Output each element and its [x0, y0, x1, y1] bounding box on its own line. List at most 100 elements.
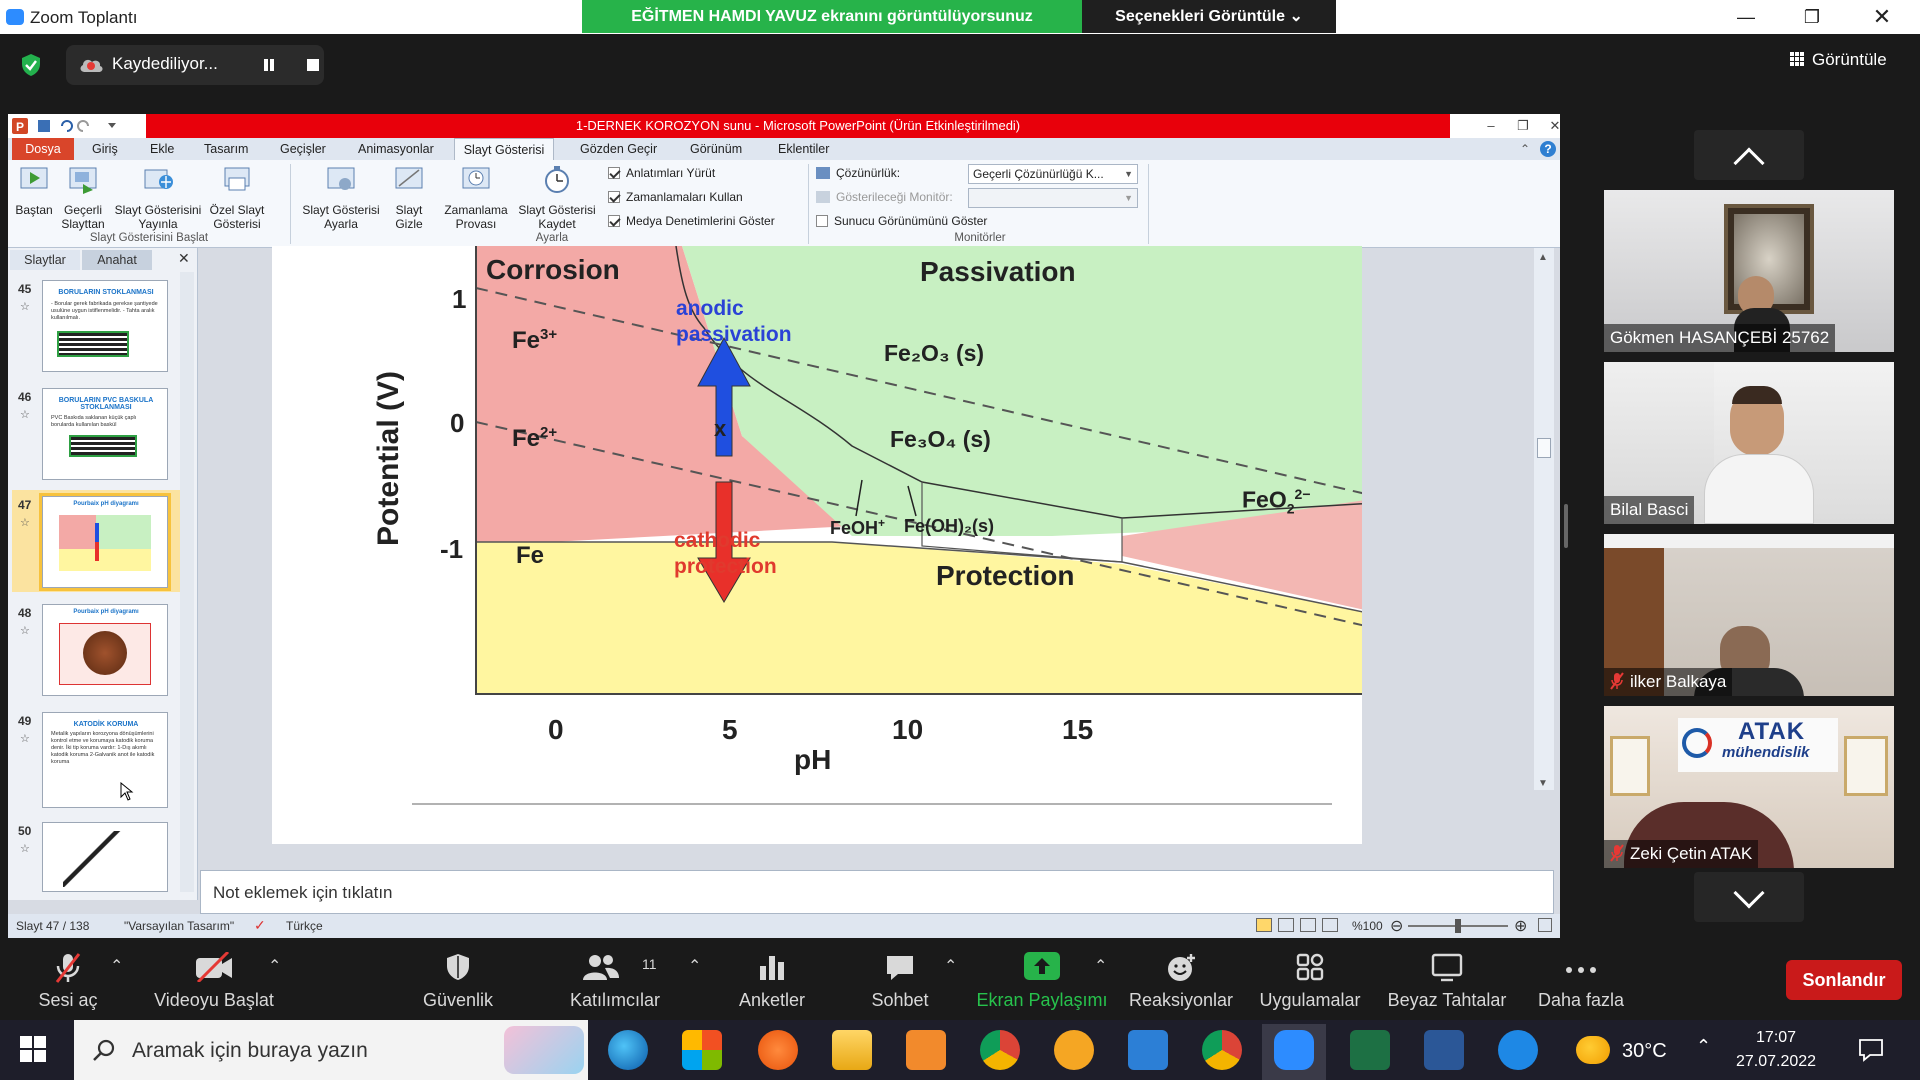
presenter-view-checkbox[interactable]: Sunucu Görünümünü Göster [816, 214, 987, 228]
ribbon-collapse-icon[interactable]: ⌃ [1520, 142, 1530, 156]
app-icon-rocket[interactable] [906, 1030, 946, 1070]
spellcheck-icon[interactable]: ✓ [254, 917, 266, 934]
notes-area[interactable]: Not eklemek için tıklatın [200, 870, 1554, 914]
slide-thumbnail-47[interactable]: Pourbaix pH diyagramı [39, 493, 171, 591]
share-screen-button[interactable]: Ekran Paylaşımı [974, 938, 1110, 1020]
participant-tile-1[interactable]: Gökmen HASANÇEBİ 25762 [1604, 190, 1894, 352]
tray-chevron-icon[interactable]: ⌃ [1696, 1036, 1711, 1057]
scroll-up-icon[interactable]: ▲ [1538, 252, 1548, 263]
resolution-dropdown[interactable]: Geçerli Çözünürlüğü K... ▼ [968, 164, 1138, 184]
microsoft-store-icon[interactable] [682, 1030, 722, 1070]
word-icon[interactable] [1424, 1030, 1464, 1070]
custom-slideshow-button[interactable]: Özel Slayt Gösterisi [204, 164, 270, 231]
tab-slideshow[interactable]: Slayt Gösterisi [454, 138, 554, 160]
tab-insert[interactable]: Ekle [150, 138, 174, 160]
app-icon-shield[interactable] [1054, 1030, 1094, 1070]
app-icon-orange[interactable] [758, 1030, 798, 1070]
status-language[interactable]: Türkçe [286, 919, 323, 933]
help-app-icon[interactable] [1498, 1030, 1538, 1070]
excel-icon[interactable] [1350, 1030, 1390, 1070]
tab-addins[interactable]: Eklentiler [778, 138, 829, 160]
share-options-caret[interactable]: ⌃ [1094, 956, 1107, 976]
polls-button[interactable]: Anketler [724, 938, 820, 1020]
weather-temperature[interactable]: 30°C [1622, 1040, 1667, 1063]
from-current-button[interactable]: Geçerli Slayttan [58, 164, 108, 231]
setup-slideshow-button[interactable]: Slayt Gösterisi Ayarla [298, 164, 384, 231]
scroll-down-icon[interactable]: ▼ [1538, 778, 1548, 789]
help-icon[interactable]: ? [1540, 141, 1556, 157]
ppt-restore-button[interactable]: ❐ [1508, 116, 1538, 136]
unmute-button[interactable]: Sesi aç [20, 938, 116, 1020]
zoom-in-icon[interactable]: ⊕ [1514, 916, 1527, 936]
show-media-controls-checkbox[interactable]: Medya Denetimlerini Göster [608, 214, 775, 228]
panel-scroll-up-button[interactable] [1694, 130, 1804, 180]
close-button[interactable]: ✕ [1852, 0, 1912, 34]
broadcast-slideshow-button[interactable]: Slayt Gösterisini Yayınla [112, 164, 204, 231]
from-beginning-button[interactable]: Baştan [12, 164, 56, 217]
taskbar-clock[interactable]: 17:07 27.07.2022 [1736, 1026, 1816, 1074]
tab-home[interactable]: Giriş [92, 138, 118, 160]
file-explorer-icon[interactable] [832, 1030, 872, 1070]
current-slide[interactable]: Corrosion Passivation Protection Fe3+ Fe… [272, 246, 1362, 844]
slide-thumbnail-50[interactable] [42, 822, 168, 892]
use-timings-checkbox[interactable]: Zamanlamaları Kullan [608, 190, 743, 204]
view-button[interactable]: Görüntüle [1790, 50, 1887, 70]
fit-to-window-icon[interactable] [1538, 918, 1552, 932]
tab-slides[interactable]: Slaytlar [10, 250, 80, 270]
apps-button[interactable]: Uygulamalar [1254, 938, 1366, 1020]
view-options-button[interactable]: Seçenekleri Görüntüle ⌄ [1082, 0, 1336, 33]
edge-browser-icon[interactable] [608, 1030, 648, 1070]
slide-thumbnail-45[interactable]: BORULARIN STOKLANMASI - Borular gerek fa… [42, 280, 168, 372]
start-video-button[interactable]: Videoyu Başlat [146, 938, 282, 1020]
slide-thumbnail-48[interactable]: Pourbaix pH diyagramı [42, 604, 168, 696]
zoom-slider-thumb[interactable] [1455, 919, 1461, 933]
security-shield-icon[interactable] [20, 53, 42, 77]
notifications-icon[interactable] [1858, 1038, 1884, 1062]
end-meeting-button[interactable]: Sonlandır [1786, 960, 1902, 1000]
taskbar-search-box[interactable]: Aramak için buraya yazın [74, 1020, 588, 1080]
quick-access-toolbar[interactable]: P [12, 117, 142, 135]
status-zoom[interactable]: %100 [1352, 919, 1383, 933]
tab-outline[interactable]: Anahat [82, 250, 152, 270]
panel-scroll-down-button[interactable] [1694, 872, 1804, 922]
hide-slide-button[interactable]: Slayt Gizle [386, 164, 432, 231]
participant-tile-4[interactable]: ATAK mühendislik Zeki Çetin ATAK [1604, 706, 1894, 868]
slides-pane-scrollbar[interactable] [180, 272, 194, 892]
zoom-out-icon[interactable]: ⊖ [1390, 916, 1403, 936]
participants-options-caret[interactable]: ⌃ [688, 956, 701, 976]
play-narrations-checkbox[interactable]: Anlatımları Yürüt [608, 166, 715, 180]
participant-tile-3[interactable]: ilker Balkaya [1604, 534, 1894, 696]
more-button[interactable]: Daha fazla [1530, 938, 1632, 1020]
minimize-button[interactable]: — [1716, 0, 1776, 34]
participant-tile-2[interactable]: Bilal Basci [1604, 362, 1894, 524]
chrome-profile-icon[interactable] [1202, 1030, 1242, 1070]
record-slideshow-button[interactable]: Slayt Gösterisi Kaydet [514, 164, 600, 231]
tab-review[interactable]: Gözden Geçir [580, 138, 657, 160]
reading-view-icon[interactable] [1300, 918, 1316, 932]
slide-vertical-scrollbar[interactable]: ▲ ▼ [1534, 248, 1554, 790]
video-options-caret[interactable]: ⌃ [268, 956, 281, 976]
audio-options-caret[interactable]: ⌃ [110, 956, 123, 976]
chrome-icon[interactable] [980, 1030, 1020, 1070]
tab-transitions[interactable]: Geçişler [280, 138, 326, 160]
security-button[interactable]: Güvenlik [408, 938, 508, 1020]
close-pane-icon[interactable]: ✕ [178, 250, 190, 267]
tab-file[interactable]: Dosya [12, 138, 74, 160]
whiteboards-button[interactable]: Beyaz Tahtalar [1382, 938, 1512, 1020]
reactions-button[interactable]: Reaksiyonlar [1126, 938, 1236, 1020]
maximize-button[interactable]: ❐ [1782, 0, 1842, 34]
ppt-minimize-button[interactable]: – [1476, 116, 1506, 136]
chat-button[interactable]: Sohbet [852, 938, 948, 1020]
chat-options-caret[interactable]: ⌃ [944, 956, 957, 976]
slideshow-view-icon[interactable] [1322, 918, 1338, 932]
participants-button[interactable]: 11 Katılımcılar [558, 938, 672, 1020]
panel-resize-handle[interactable] [1564, 504, 1568, 548]
scroll-thumb[interactable] [1537, 438, 1551, 458]
tab-animations[interactable]: Animasyonlar [358, 138, 434, 160]
slide-thumbnail-46[interactable]: BORULARIN PVC BASKULA STOKLANMASI PVC Ba… [42, 388, 168, 480]
slide-sorter-icon[interactable] [1278, 918, 1294, 932]
ppt-close-button[interactable]: ✕ [1540, 116, 1560, 136]
tab-view[interactable]: Görünüm [690, 138, 742, 160]
monitor-dropdown[interactable]: ▼ [968, 188, 1138, 208]
pause-recording-icon[interactable] [262, 58, 276, 72]
